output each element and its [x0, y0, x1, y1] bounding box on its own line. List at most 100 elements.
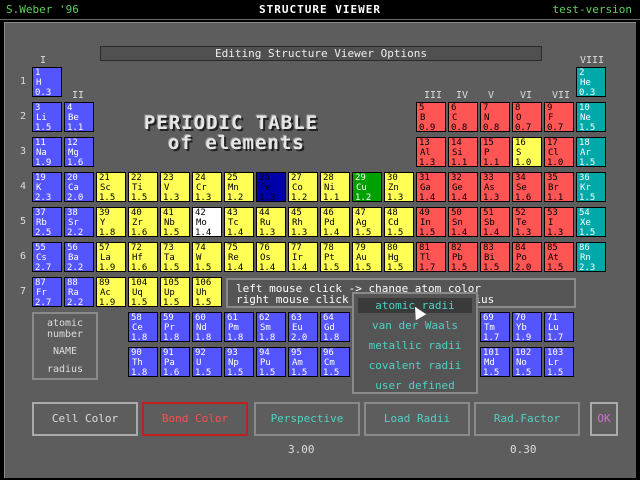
element-cell-ne[interactable]: 10 Ne 1.5 [576, 102, 606, 132]
element-cell-tl[interactable]: 81 Tl 1.7 [416, 242, 446, 272]
element-cell-eu[interactable]: 63 Eu 2.0 [288, 312, 318, 342]
element-cell-cr[interactable]: 24 Cr 1.3 [192, 172, 222, 202]
element-cell-rb[interactable]: 37 Rb 2.5 [32, 207, 62, 237]
element-cell-ta[interactable]: 73 Ta 1.5 [160, 242, 190, 272]
element-cell-sn[interactable]: 50 Sn 1.4 [448, 207, 478, 237]
element-cell-w[interactable]: 74 W 1.5 [192, 242, 222, 272]
element-cell-tc[interactable]: 43 Tc 1.4 [224, 207, 254, 237]
element-cell-o[interactable]: 8 O 0.7 [512, 102, 542, 132]
element-cell-la[interactable]: 57 La 1.9 [96, 242, 126, 272]
element-cell-no[interactable]: 102 No 1.5 [512, 347, 542, 377]
element-cell-cd[interactable]: 48 Cd 1.5 [384, 207, 414, 237]
element-cell-lu[interactable]: 71 Lu 1.7 [544, 312, 574, 342]
element-cell-as[interactable]: 33 As 1.3 [480, 172, 510, 202]
element-cell-cu[interactable]: 29 Cu 1.2 [352, 172, 382, 202]
element-cell-pb[interactable]: 82 Pb 1.5 [448, 242, 478, 272]
element-cell-rn[interactable]: 86 Rn 2.3 [576, 242, 606, 272]
element-cell-bi[interactable]: 83 Bi 1.5 [480, 242, 510, 272]
element-cell-y[interactable]: 39 Y 1.8 [96, 207, 126, 237]
element-cell-lr[interactable]: 103 Lr 1.5 [544, 347, 574, 377]
menu-item-metallic-radii[interactable]: metallic radii [358, 338, 472, 353]
element-cell-hf[interactable]: 72 Hf 1.6 [128, 242, 158, 272]
element-cell-zn[interactable]: 30 Zn 1.3 [384, 172, 414, 202]
element-cell-tm[interactable]: 69 Tm 1.7 [480, 312, 510, 342]
element-cell-pa[interactable]: 91 Pa 1.6 [160, 347, 190, 377]
element-cell-ti[interactable]: 22 Ti 1.5 [128, 172, 158, 202]
element-cell-ru[interactable]: 44 Ru 1.3 [256, 207, 286, 237]
element-cell-kr[interactable]: 36 Kr 1.5 [576, 172, 606, 202]
element-cell-nb[interactable]: 41 Nb 1.5 [160, 207, 190, 237]
element-cell-cs[interactable]: 55 Cs 2.7 [32, 242, 62, 272]
element-cell-ag[interactable]: 47 Ag 1.5 [352, 207, 382, 237]
element-cell-th[interactable]: 90 Th 1.8 [128, 347, 158, 377]
load-radii-button[interactable]: Load Radii [364, 402, 470, 436]
element-cell-pr[interactable]: 59 Pr 1.8 [160, 312, 190, 342]
element-cell-pu[interactable]: 94 Pu 1.5 [256, 347, 286, 377]
element-cell-gd[interactable]: 64 Gd 1.8 [320, 312, 350, 342]
perspective-button[interactable]: Perspective [254, 402, 360, 436]
element-cell-fr[interactable]: 87 Fr 2.7 [32, 277, 62, 307]
element-cell-in[interactable]: 49 In 1.5 [416, 207, 446, 237]
element-cell-ca[interactable]: 20 Ca 2.0 [64, 172, 94, 202]
bond-color-button[interactable]: Bond Color [142, 402, 248, 436]
element-cell-fe[interactable]: 26 Fe 1.3 [256, 172, 286, 202]
element-cell-be[interactable]: 4 Be 1.1 [64, 102, 94, 132]
element-cell-pd[interactable]: 46 Pd 1.4 [320, 207, 350, 237]
ok-button[interactable]: OK [590, 402, 618, 436]
element-cell-am[interactable]: 95 Am 1.5 [288, 347, 318, 377]
element-cell-h[interactable]: 1 H 0.3 [32, 67, 62, 97]
element-cell-uq[interactable]: 104 Uq 1.5 [128, 277, 158, 307]
element-cell-sr[interactable]: 38 Sr 2.2 [64, 207, 94, 237]
element-cell-te[interactable]: 52 Te 1.3 [512, 207, 542, 237]
element-cell-f[interactable]: 9 F 0.7 [544, 102, 574, 132]
element-cell-uh[interactable]: 106 Uh 1.5 [192, 277, 222, 307]
element-cell-mo[interactable]: 42 Mo 1.4 [192, 207, 222, 237]
element-cell-si[interactable]: 14 Si 1.1 [448, 137, 478, 167]
element-cell-ar[interactable]: 18 Ar 1.5 [576, 137, 606, 167]
element-cell-nd[interactable]: 60 Nd 1.8 [192, 312, 222, 342]
element-cell-co[interactable]: 27 Co 1.2 [288, 172, 318, 202]
element-cell-k[interactable]: 19 K 2.3 [32, 172, 62, 202]
element-cell-u[interactable]: 92 U 1.5 [192, 347, 222, 377]
element-cell-rh[interactable]: 45 Rh 1.3 [288, 207, 318, 237]
element-cell-sm[interactable]: 62 Sm 1.8 [256, 312, 286, 342]
element-cell-cm[interactable]: 96 Cm 1.5 [320, 347, 350, 377]
element-cell-cl[interactable]: 17 Cl 1.0 [544, 137, 574, 167]
element-cell-at[interactable]: 85 At 1.5 [544, 242, 574, 272]
element-cell-c[interactable]: 6 C 0.8 [448, 102, 478, 132]
element-cell-ba[interactable]: 56 Ba 2.2 [64, 242, 94, 272]
element-cell-ce[interactable]: 58 Ce 1.8 [128, 312, 158, 342]
element-cell-ir[interactable]: 77 Ir 1.4 [288, 242, 318, 272]
element-cell-xe[interactable]: 54 Xe 1.5 [576, 207, 606, 237]
rad-factor-button[interactable]: Rad.Factor [474, 402, 580, 436]
element-cell-yb[interactable]: 70 Yb 1.9 [512, 312, 542, 342]
element-cell-na[interactable]: 11 Na 1.9 [32, 137, 62, 167]
element-cell-mn[interactable]: 25 Mn 1.2 [224, 172, 254, 202]
element-cell-hg[interactable]: 80 Hg 1.5 [384, 242, 414, 272]
element-cell-p[interactable]: 15 P 1.1 [480, 137, 510, 167]
element-cell-v[interactable]: 23 V 1.3 [160, 172, 190, 202]
element-cell-po[interactable]: 84 Po 2.0 [512, 242, 542, 272]
element-cell-s[interactable]: 16 S 1.0 [512, 137, 542, 167]
element-cell-zr[interactable]: 40 Zr 1.6 [128, 207, 158, 237]
element-cell-ge[interactable]: 32 Ge 1.4 [448, 172, 478, 202]
element-cell-sb[interactable]: 51 Sb 1.4 [480, 207, 510, 237]
cell-color-button[interactable]: Cell Color [32, 402, 138, 436]
menu-item-covalent-radii[interactable]: covalent radii [358, 358, 472, 373]
element-cell-re[interactable]: 75 Re 1.4 [224, 242, 254, 272]
element-cell-li[interactable]: 3 Li 1.5 [32, 102, 62, 132]
element-cell-pm[interactable]: 61 Pm 1.8 [224, 312, 254, 342]
element-cell-np[interactable]: 93 Np 1.5 [224, 347, 254, 377]
element-cell-b[interactable]: 5 B 0.9 [416, 102, 446, 132]
menu-item-user-defined[interactable]: user defined [358, 378, 472, 393]
element-cell-up[interactable]: 105 Up 1.5 [160, 277, 190, 307]
element-cell-se[interactable]: 34 Se 1.6 [512, 172, 542, 202]
element-cell-ni[interactable]: 28 Ni 1.1 [320, 172, 350, 202]
element-cell-ac[interactable]: 89 Ac 1.9 [96, 277, 126, 307]
element-cell-i[interactable]: 53 I 1.3 [544, 207, 574, 237]
element-cell-au[interactable]: 79 Au 1.5 [352, 242, 382, 272]
element-cell-os[interactable]: 76 Os 1.4 [256, 242, 286, 272]
element-cell-md[interactable]: 101 Md 1.5 [480, 347, 510, 377]
element-cell-pt[interactable]: 78 Pt 1.5 [320, 242, 350, 272]
element-cell-br[interactable]: 35 Br 1.1 [544, 172, 574, 202]
